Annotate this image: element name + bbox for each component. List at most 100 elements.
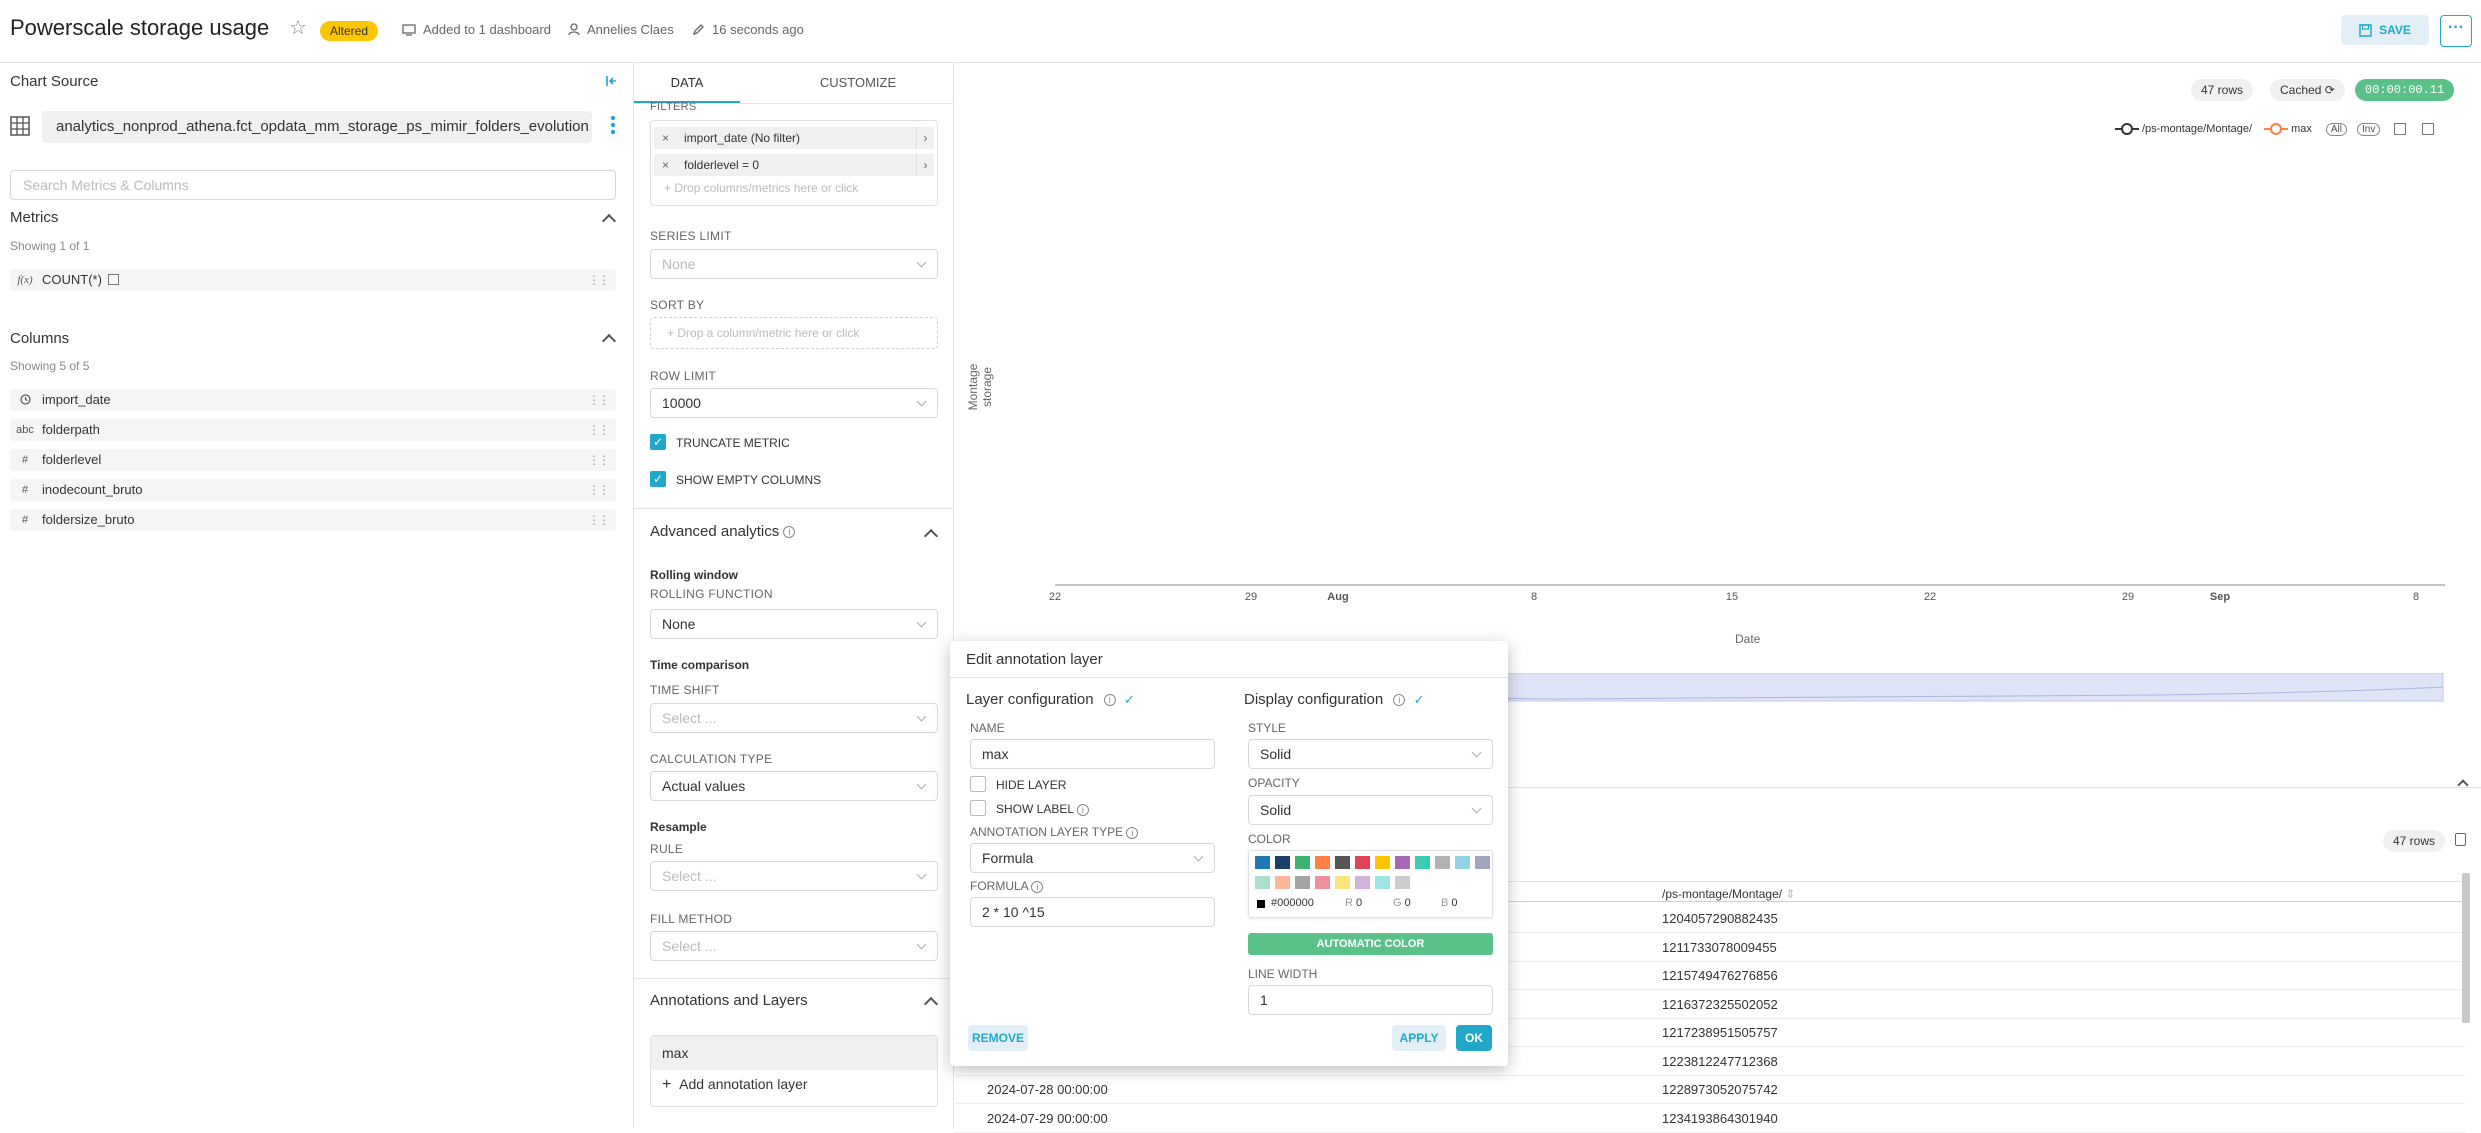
dashboards-meta[interactable]: Added to 1 dashboard <box>402 22 551 37</box>
rule-select[interactable]: Select ... <box>650 861 938 891</box>
metric-item[interactable]: f(x) COUNT(*) ⋮⋮ <box>10 269 616 291</box>
column-item[interactable]: # folderlevel ⋮⋮ <box>10 449 616 471</box>
r-field[interactable]: R 0 <box>1345 897 1362 909</box>
table-column-header[interactable]: /ps-montage/Montage/ ⇕ <box>1662 887 1795 901</box>
color-swatch[interactable] <box>1355 876 1370 889</box>
info-icon[interactable]: i <box>1126 826 1139 839</box>
owner-meta[interactable]: Annelies Claes <box>568 22 674 37</box>
info-icon[interactable]: i <box>1103 694 1116 707</box>
legend-item[interactable]: max <box>2264 122 2312 136</box>
dataset-name[interactable]: analytics_nonprod_athena.fct_opdata_mm_s… <box>42 111 592 143</box>
show-empty-columns-checkbox[interactable]: ✓ <box>650 471 666 487</box>
color-swatch[interactable] <box>1315 856 1330 869</box>
automatic-color-button[interactable]: AUTOMATIC COLOR <box>1248 933 1493 955</box>
color-swatch[interactable] <box>1275 856 1290 869</box>
table-scrollbar[interactable] <box>2462 873 2470 1023</box>
color-swatch[interactable] <box>1375 876 1390 889</box>
info-icon[interactable]: i <box>1076 803 1089 816</box>
legend-all-button[interactable]: All <box>2325 122 2347 136</box>
color-swatch[interactable] <box>1275 876 1290 889</box>
chevron-right-icon[interactable]: › <box>916 127 934 149</box>
metrics-heading[interactable]: Metrics <box>10 209 58 226</box>
filter-item[interactable]: × import_date (No filter) › <box>654 127 934 149</box>
color-swatch[interactable] <box>1335 856 1350 869</box>
chevron-up-icon[interactable] <box>2457 779 2469 791</box>
color-swatch[interactable] <box>1315 876 1330 889</box>
color-swatch[interactable] <box>1375 856 1390 869</box>
color-swatch[interactable] <box>1435 856 1450 869</box>
color-swatch[interactable] <box>1255 876 1270 889</box>
drag-handle-icon[interactable]: ⋮⋮ <box>588 389 610 411</box>
annotations-heading[interactable]: Annotations and Layers <box>650 992 808 1009</box>
color-swatch[interactable] <box>1395 856 1410 869</box>
drag-handle-icon[interactable]: ⋮⋮ <box>588 449 610 471</box>
chevron-up-icon[interactable] <box>601 333 617 349</box>
zoom-icon[interactable] <box>2394 123 2407 135</box>
apply-button[interactable]: APPLY <box>1392 1025 1446 1051</box>
column-item[interactable]: abc folderpath ⋮⋮ <box>10 419 616 441</box>
remove-filter-icon[interactable]: × <box>662 154 669 176</box>
search-input[interactable]: Search Metrics & Columns <box>10 170 616 200</box>
color-swatch[interactable] <box>1255 856 1270 869</box>
series-limit-select[interactable]: None <box>650 249 938 279</box>
style-select[interactable]: Solid <box>1248 739 1493 769</box>
time-shift-select[interactable]: Select ... <box>650 703 938 733</box>
drag-handle-icon[interactable]: ⋮⋮ <box>588 419 610 441</box>
name-input[interactable]: max <box>970 739 1215 769</box>
drag-handle-icon[interactable]: ⋮⋮ <box>588 479 610 501</box>
column-item[interactable]: # inodecount_bruto ⋮⋮ <box>10 479 616 501</box>
rolling-function-select[interactable]: None <box>650 609 938 639</box>
color-swatch[interactable] <box>1395 876 1410 889</box>
truncate-metric-checkbox[interactable]: ✓ <box>650 434 666 450</box>
info-icon[interactable]: i <box>783 526 796 539</box>
chevron-up-icon[interactable] <box>923 996 939 1012</box>
chevron-right-icon[interactable]: › <box>916 154 934 176</box>
remove-filter-icon[interactable]: × <box>662 127 669 149</box>
g-field[interactable]: G 0 <box>1393 897 1411 909</box>
advanced-analytics-heading[interactable]: Advanced analytics i <box>650 523 796 540</box>
save-button[interactable]: SAVE <box>2341 15 2429 45</box>
color-swatch[interactable] <box>1455 856 1470 869</box>
filter-item[interactable]: × folderlevel = 0 › <box>654 154 934 176</box>
opacity-select[interactable]: Solid <box>1248 795 1493 825</box>
more-options-button[interactable]: ··· <box>2440 15 2472 47</box>
collapse-panel-icon[interactable] <box>606 74 618 92</box>
fill-method-select[interactable]: Select ... <box>650 931 938 961</box>
tab-data[interactable]: DATA <box>634 63 740 103</box>
dataset-menu-icon[interactable] <box>610 115 616 140</box>
refresh-icon[interactable]: ⟳ <box>2325 83 2335 97</box>
info-icon[interactable]: i <box>1031 880 1044 893</box>
info-icon[interactable]: i <box>1393 694 1406 707</box>
page-title[interactable]: Powerscale storage usage <box>10 15 269 41</box>
color-swatch[interactable] <box>1295 876 1310 889</box>
filters-drop-zone[interactable]: + Drop columns/metrics here or click <box>664 181 858 195</box>
calculation-type-select[interactable]: Actual values <box>650 771 938 801</box>
reset-zoom-icon[interactable] <box>2422 123 2435 135</box>
chevron-up-icon[interactable] <box>601 213 617 229</box>
add-annotation-layer-button[interactable]: + Add annotation layer <box>662 1076 808 1094</box>
tab-customize[interactable]: CUSTOMIZE <box>794 63 922 103</box>
sort-icon[interactable]: ⇕ <box>1785 887 1795 901</box>
drag-handle-icon[interactable]: ⋮⋮ <box>588 509 610 531</box>
star-icon[interactable]: ☆ <box>289 15 307 40</box>
b-field[interactable]: B 0 <box>1441 897 1458 909</box>
color-swatch[interactable] <box>1295 856 1310 869</box>
legend-item[interactable]: /ps-montage/Montage/ <box>2115 122 2252 136</box>
color-swatch[interactable] <box>1335 876 1350 889</box>
chevron-up-icon[interactable] <box>923 528 939 544</box>
columns-heading[interactable]: Columns <box>10 330 69 347</box>
cached-badge[interactable]: Cached ⟳ <box>2270 79 2345 101</box>
column-item[interactable]: import_date ⋮⋮ <box>10 389 616 411</box>
formula-input[interactable]: 2 * 10 ^15 <box>970 897 1215 927</box>
show-label-checkbox[interactable] <box>970 800 986 816</box>
hex-input[interactable]: #000000 <box>1271 897 1314 909</box>
legend-invert-button[interactable]: Inv <box>2356 122 2381 136</box>
annotation-layer-item[interactable]: max <box>651 1036 937 1070</box>
remove-button[interactable]: REMOVE <box>968 1025 1028 1051</box>
color-swatch[interactable] <box>1355 856 1370 869</box>
row-limit-select[interactable]: 10000 <box>650 388 938 418</box>
line-width-input[interactable]: 1 <box>1248 985 1493 1015</box>
hide-layer-checkbox[interactable] <box>970 776 986 792</box>
drag-handle-icon[interactable]: ⋮⋮ <box>588 269 610 291</box>
color-swatch[interactable] <box>1415 856 1430 869</box>
